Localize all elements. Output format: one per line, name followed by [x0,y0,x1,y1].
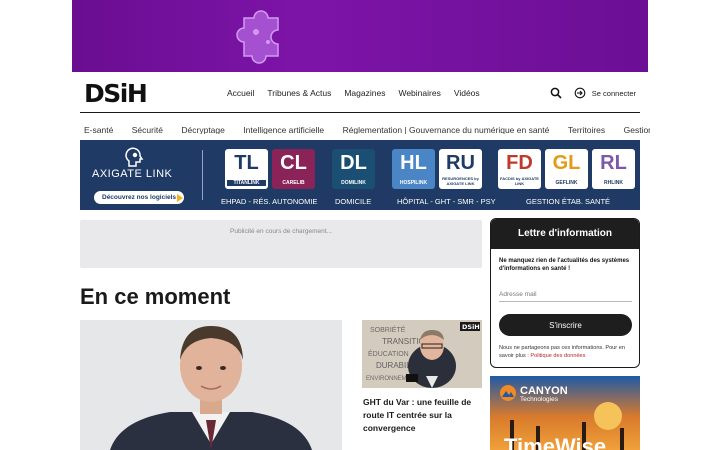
tile-name: HOSPILINK [399,180,428,186]
nav-item-videos[interactable]: Vidéos [454,88,480,98]
axigate-divider [202,150,203,200]
category-territoires[interactable]: Territoires [568,125,605,134]
puzzle-icon [236,10,279,64]
tile-resurgences[interactable]: RU RESURGENCES by AXIGATE LINK [439,149,482,189]
article-card-image[interactable]: SOBRIÉTÉ TRANSITION ÉDUCATION DURABILITÉ… [362,320,482,388]
category-esante[interactable]: E-santé [84,125,113,134]
category-gestion: GESTION ÉTAB. SANTÉ [526,197,611,206]
canyon-headline: TimeWise [504,434,607,450]
category-decryptage[interactable]: Décryptage [181,125,224,134]
header-divider [80,112,640,113]
canyon-subtitle: Technologies [520,396,558,403]
tile-facdis[interactable]: FD FACDIS by AXIGATE LINK [498,149,541,189]
axigate-cta-button[interactable]: Découvrez nos logiciels [94,191,185,204]
article-card-title[interactable]: GHT du Var : une feuille de route IT cen… [363,396,481,435]
cursor-arrow-icon [177,194,183,202]
top-banner-ad[interactable] [72,0,648,72]
ad-loading-text: Publicité en cours de chargement... [230,228,332,235]
tile-abbr: GL [552,152,581,174]
tile-name: DOMILINK [341,180,366,186]
tile-domilink[interactable]: DL DOMILINK [332,149,375,189]
newsletter-email-input[interactable] [499,287,632,302]
axigate-banner-ad[interactable]: AXIGATE LINK Découvrez nos logiciels TL … [80,140,640,210]
tile-abbr: DL [340,152,367,174]
tile-abbr: FD [506,152,533,174]
axigate-brand: AXIGATE LINK [92,168,173,180]
main-nav: Accueil Tribunes & Actus Magazines Webin… [227,88,493,98]
thumb-word: SOBRIÉTÉ [370,325,406,334]
section-title: En ce moment [80,284,231,309]
category-reglementation[interactable]: Réglementation | Gouvernance du numériqu… [343,125,550,134]
thumb-logo: DSiH [462,323,480,331]
newsletter-description: Ne manquez rien de l'actualités des syst… [499,258,630,272]
nav-item-magazines[interactable]: Magazines [344,88,385,98]
featured-article-image[interactable] [80,320,342,450]
category-hopital: HÔPITAL - GHT - SMR - PSY [397,197,496,206]
newsletter-box: Lettre d'information Ne manquez rien de … [490,218,640,368]
portrait-illustration [80,320,342,450]
newsletter-subscribe-button[interactable]: S'inscrire [499,314,632,336]
article-thumbnail: SOBRIÉTÉ TRANSITION ÉDUCATION DURABILITÉ… [362,320,482,388]
category-ia[interactable]: Intelligence artificielle [243,125,324,134]
tile-name: GEFLINK [555,180,578,186]
tile-abbr: RU [446,152,475,174]
category-ehpad: EHPAD - RÉS. AUTONOMIE [221,197,318,206]
tile-name: RHLINK [604,180,623,186]
tile-carelib[interactable]: CL CARELIB [272,149,315,189]
canyon-logo-icon [500,385,516,401]
privacy-policy-link[interactable]: Politique des données [530,353,585,359]
nav-item-tribunes[interactable]: Tribunes & Actus [267,88,331,98]
nav-item-accueil[interactable]: Accueil [227,88,254,98]
tile-abbr: CL [280,152,307,174]
header-tools: Se connecter [550,87,636,99]
tile-name: TITANLINK [227,180,266,186]
tile-geflink[interactable]: GL GEFLINK [545,149,588,189]
category-domicile: DOMICILE [335,197,372,206]
canyon-ad[interactable]: CANYON Technologies TimeWise [490,376,640,450]
site-logo[interactable]: DSiH [84,80,148,108]
nav-item-webinaires[interactable]: Webinaires [398,88,440,98]
ad-placeholder: Publicité en cours de chargement... [80,220,482,268]
tile-name: CARELIB [282,180,305,186]
login-link[interactable]: Se connecter [592,89,636,98]
category-gestion-finance[interactable]: Gestion & Finance [624,125,650,134]
newsletter-note: Nous ne partageons pas ces informations.… [499,344,635,360]
head-gear-icon [125,147,144,167]
category-nav: E-santé Sécurité Décryptage Intelligence… [84,120,650,134]
tile-titanlink[interactable]: TL TITANLINK [225,149,268,189]
tile-rhlink[interactable]: RL RHLINK [592,149,635,189]
tile-name: FACDIS by AXIGATE LINK [500,176,539,186]
site-header: DSiH Accueil Tribunes & Actus Magazines … [72,72,648,112]
tile-abbr: RL [600,152,627,174]
tile-abbr: HL [400,152,427,174]
login-icon[interactable] [574,87,586,99]
thumb-word: ÉDUCATION [368,349,409,358]
category-securite[interactable]: Sécurité [132,125,163,134]
tile-name: RESURGENCES by AXIGATE LINK [442,176,479,186]
search-icon[interactable] [550,87,562,99]
tile-abbr: TL [234,152,259,174]
newsletter-title: Lettre d'information [491,219,639,249]
tile-hospilink[interactable]: HL HOSPILINK [392,149,435,189]
